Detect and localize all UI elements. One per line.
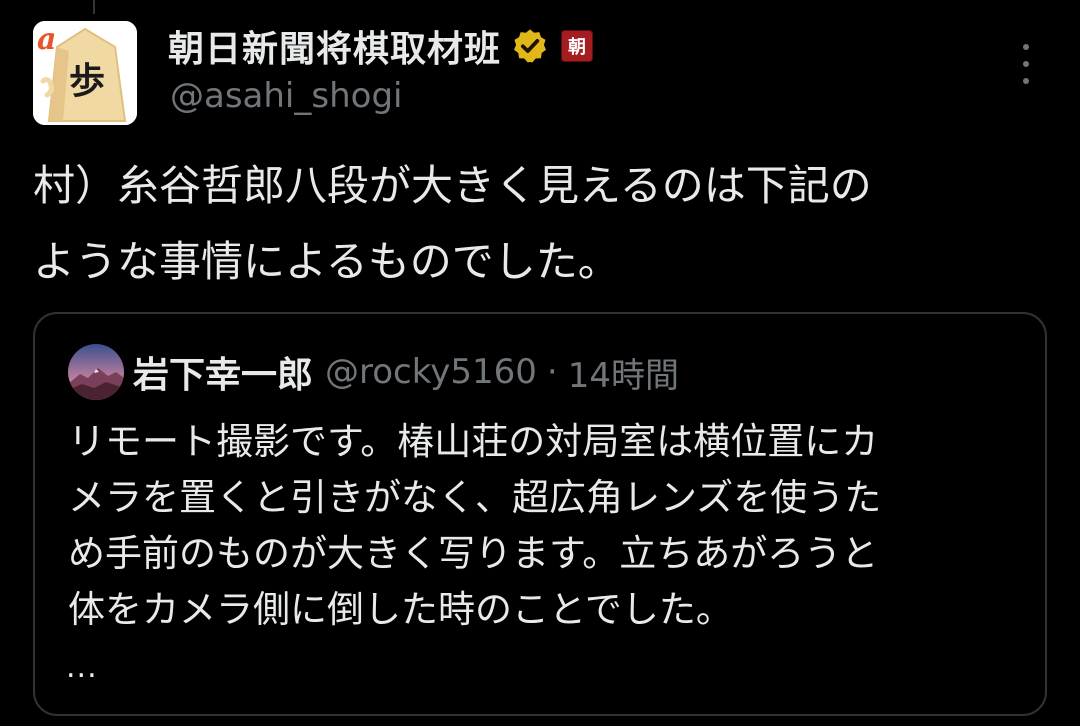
avatar-logo-letter: a — [37, 22, 56, 57]
quoted-tweet-card[interactable]: 岩下幸一郎 @rocky5160 · 14時間 リモート撮影です。椿山荘の対局室… — [33, 312, 1047, 716]
mountain-photo-avatar-icon — [68, 344, 124, 400]
tweet-text: 村）糸谷哲郎八段が大きく見えるのは下記の ような事情によるものでした。 — [33, 161, 872, 286]
affiliation-badge[interactable]: 朝 — [561, 30, 594, 62]
quoted-author-handle[interactable]: @rocky5160 — [325, 352, 537, 392]
author-name-row: 朝日新聞将棋取材班 朝 — [168, 20, 594, 72]
separator-dot: · — [546, 352, 558, 392]
shogi-piece-logo-icon: a 歩 — [33, 21, 137, 125]
truncation-ellipsis: ... — [66, 650, 98, 685]
avatar-piece-character: 歩 — [69, 61, 105, 102]
quoted-tweet-text: リモート撮影です。椿山荘の対局室は横位置にカ メラを置くと引きがなく、超広角レン… — [68, 420, 882, 631]
gold-verified-badge-icon[interactable] — [511, 27, 549, 65]
author-avatar[interactable]: a 歩 — [33, 21, 137, 125]
thread-line — [93, 0, 95, 14]
author-display-name[interactable]: 朝日新聞将棋取材班 — [168, 20, 501, 72]
vertical-ellipsis-icon[interactable] — [1011, 44, 1041, 84]
quoted-author-avatar[interactable] — [68, 344, 124, 400]
quoted-author-name[interactable]: 岩下幸一郎 — [133, 346, 313, 398]
quoted-header: 岩下幸一郎 @rocky5160 · 14時間 — [133, 346, 679, 398]
quoted-timestamp[interactable]: 14時間 — [568, 348, 679, 397]
author-handle[interactable]: @asahi_shogi — [170, 76, 402, 116]
